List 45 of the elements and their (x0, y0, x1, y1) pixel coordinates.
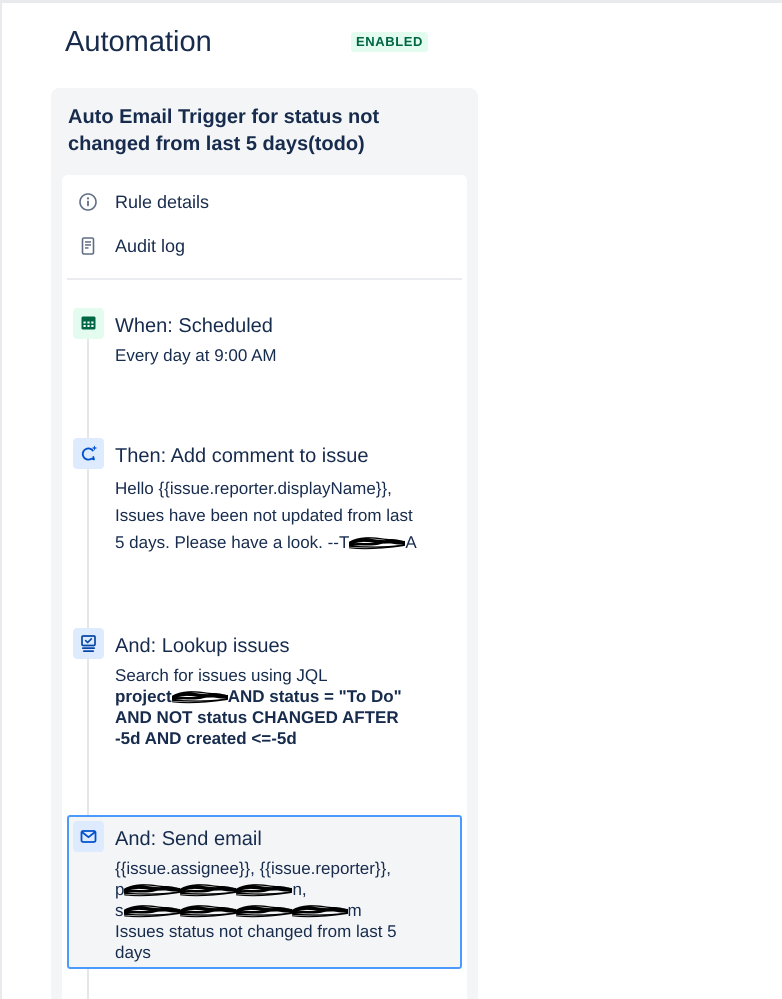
step-detail: project (115, 686, 172, 707)
step-title: Then: Add comment to issue (115, 444, 370, 469)
rule-step[interactable]: And: Lookup issues Search for issues using JQL project AND status = "To Do" AND NOT status CHANGED AFTER -5d AND created <=-5d (67, 622, 462, 755)
redaction-scribble (236, 882, 292, 898)
redaction-scribble (124, 882, 180, 898)
step-detail: Issues status not changed from last 5 (115, 921, 397, 942)
redaction-scribble (124, 902, 180, 918)
monitor-check-icon (73, 628, 104, 659)
info-icon (79, 193, 97, 211)
document-icon (79, 237, 97, 255)
sidebar-link[interactable]: Audit log (67, 224, 196, 268)
chat-bubble-icon (73, 438, 104, 469)
redaction-scribble (292, 902, 348, 918)
step-detail: Issues have been not updated from last (115, 505, 413, 527)
step-detail: A (405, 532, 417, 554)
rule-step[interactable]: And: Send email {{issue.assignee}}, {{issue.reporter}}, p n, s m Issues status not changed from last 5 days (67, 815, 462, 969)
step-detail: AND status = "To Do" (228, 686, 402, 707)
step-detail: -5d AND created <=-5d (115, 728, 297, 749)
step-detail: Every day at 9:00 AM (115, 345, 277, 366)
redaction-scribble (180, 902, 236, 918)
step-detail: m (348, 900, 362, 921)
step-detail: p (115, 879, 124, 900)
status-badge: ENABLED (350, 32, 428, 52)
redaction-scribble (172, 688, 228, 704)
step-detail: days (115, 942, 151, 963)
step-detail: {{issue.assignee}}, {{issue.reporter}}, (115, 858, 391, 879)
rule-step[interactable]: When: Scheduled Every day at 9:00 AM (67, 302, 462, 372)
redaction-scribble (236, 902, 292, 918)
step-detail: AND NOT status CHANGED AFTER (115, 707, 399, 728)
step-title: When: Scheduled (115, 314, 274, 339)
step-detail: s (115, 900, 124, 921)
sidebar-link[interactable]: Rule details (67, 180, 220, 224)
page-title: Automation (65, 25, 212, 60)
envelope-icon (73, 821, 104, 852)
calendar-icon (73, 308, 104, 339)
redaction-scribble (180, 882, 236, 898)
step-detail: Hello {{issue.reporter.displayName}}, (115, 478, 392, 500)
step-title: And: Lookup issues (115, 634, 291, 659)
step-detail: Search for issues using JQL (115, 665, 328, 686)
step-detail: 5 days. Please have a look. --T (115, 532, 350, 554)
step-title: And: Send email (115, 827, 263, 852)
rule-step[interactable]: Then: Add comment to issue Hello {{issue.reporter.displayName}}, Issues have been not updated from last 5 days. Please have a look. --T A (67, 432, 462, 562)
rule-name: Auto Email Trigger for status not changed from last 5 days(todo) (67, 105, 380, 157)
step-detail: n, (292, 879, 307, 900)
redaction-scribble (349, 534, 406, 550)
